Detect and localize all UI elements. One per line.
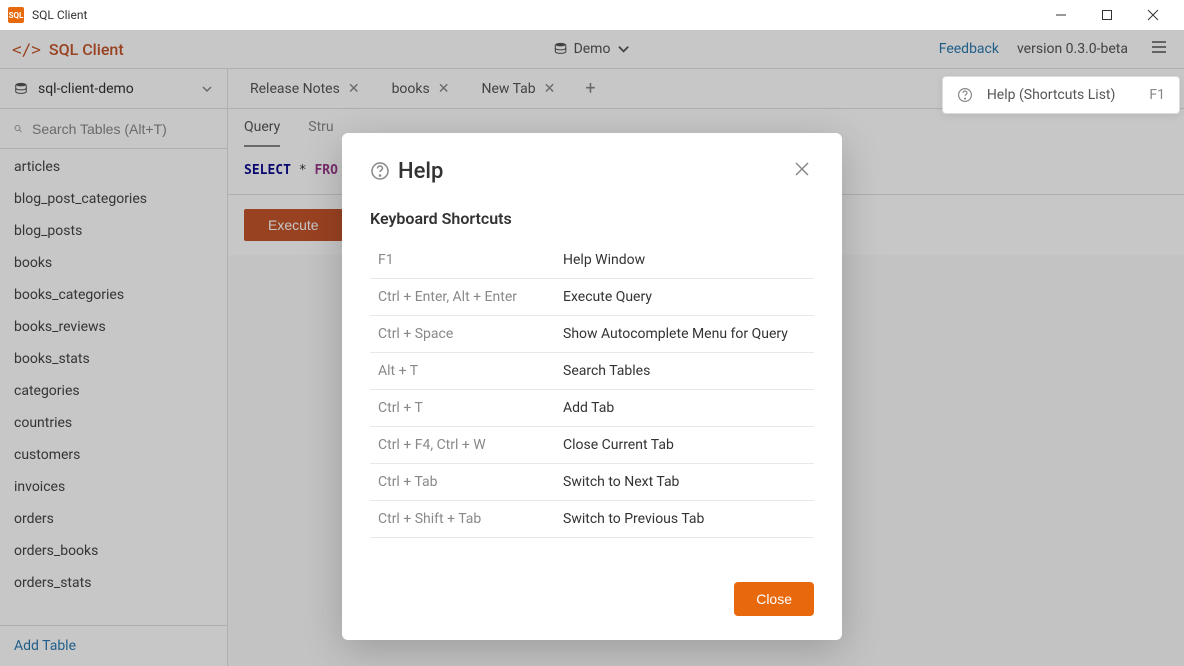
help-icon (957, 87, 973, 103)
shortcut-key: Ctrl + Enter, Alt + Enter (378, 289, 563, 305)
shortcut-row: Ctrl + Enter, Alt + EnterExecute Query (370, 279, 814, 316)
shortcut-row: F1Help Window (370, 242, 814, 279)
window-titlebar: SQL SQL Client (0, 0, 1184, 30)
help-tooltip-label: Help (Shortcuts List) (987, 87, 1116, 103)
modal-footer: Close (370, 582, 814, 616)
shortcut-row: Ctrl + F4, Ctrl + WClose Current Tab (370, 427, 814, 464)
shortcut-key: Ctrl + F4, Ctrl + W (378, 437, 563, 453)
shortcut-row: Ctrl + Shift + TabSwitch to Previous Tab (370, 501, 814, 538)
help-icon (370, 161, 390, 181)
close-icon (794, 161, 810, 177)
shortcuts-list: F1Help WindowCtrl + Enter, Alt + EnterEx… (370, 242, 814, 538)
shortcut-desc: Switch to Next Tab (563, 474, 806, 490)
shortcut-key: Ctrl + T (378, 400, 563, 416)
modal-section-title: Keyboard Shortcuts (370, 209, 814, 228)
modal-header: Help (370, 157, 814, 185)
help-tooltip-key: F1 (1149, 87, 1165, 103)
modal-title: Help (398, 159, 443, 184)
shortcut-key: Ctrl + Tab (378, 474, 563, 490)
shortcut-key: Ctrl + Shift + Tab (378, 511, 563, 527)
shortcut-desc: Execute Query (563, 289, 806, 305)
window-title: SQL Client (32, 8, 87, 22)
close-window-button[interactable] (1130, 0, 1176, 30)
shortcut-key: F1 (378, 252, 563, 268)
modal-close-button[interactable] (790, 157, 814, 185)
shortcut-key: Alt + T (378, 363, 563, 379)
shortcut-desc: Show Autocomplete Menu for Query (563, 326, 806, 342)
close-button[interactable]: Close (734, 582, 814, 616)
shortcut-row: Ctrl + TAdd Tab (370, 390, 814, 427)
shortcut-row: Alt + TSearch Tables (370, 353, 814, 390)
app-icon: SQL (8, 7, 24, 23)
minimize-button[interactable] (1038, 0, 1084, 30)
shortcut-desc: Switch to Previous Tab (563, 511, 806, 527)
help-modal: Help Keyboard Shortcuts F1Help WindowCtr… (342, 133, 842, 640)
shortcut-key: Ctrl + Space (378, 326, 563, 342)
shortcut-desc: Search Tables (563, 363, 806, 379)
shortcut-desc: Close Current Tab (563, 437, 806, 453)
shortcut-desc: Help Window (563, 252, 806, 268)
shortcut-desc: Add Tab (563, 400, 806, 416)
shortcut-row: Ctrl + SpaceShow Autocomplete Menu for Q… (370, 316, 814, 353)
maximize-button[interactable] (1084, 0, 1130, 30)
help-tooltip: Help (Shortcuts List) F1 (942, 76, 1180, 114)
shortcut-row: Ctrl + TabSwitch to Next Tab (370, 464, 814, 501)
window-controls (1038, 0, 1176, 30)
